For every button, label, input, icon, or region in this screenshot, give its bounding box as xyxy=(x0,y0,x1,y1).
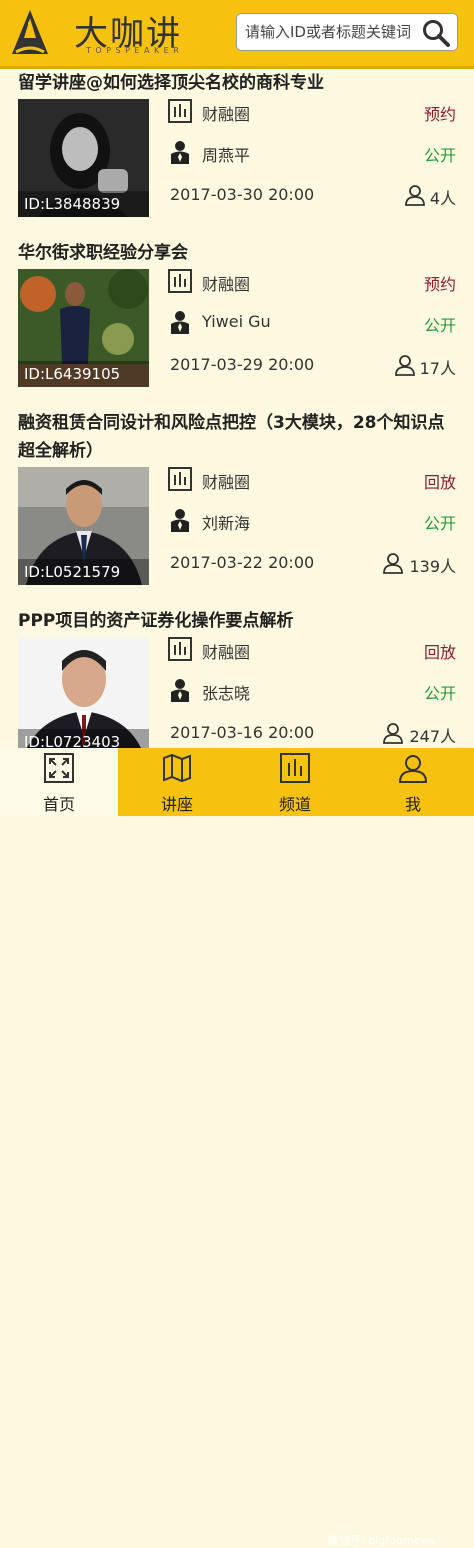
lecture-card[interactable]: 融资租赁合同设计和风险点把控（3大模块，28个知识点超全解析） ID:L0521… xyxy=(0,406,474,604)
wechat-watermark: 微信号: bigfournews xyxy=(328,1534,436,1547)
lecture-row: ID:L3848839 财融圈 预约 周燕平 公开 2017-03-30 20:… xyxy=(0,97,474,217)
status-badge[interactable]: 预约 xyxy=(424,271,456,295)
speaker-photo[interactable]: ID:L3848839 xyxy=(18,99,149,217)
channel-icon xyxy=(168,637,192,661)
lecture-card[interactable]: 华尔街求职经验分享会 ID:L6439105 财融圈 预约 Yiwei Gu 公… xyxy=(0,236,474,406)
channel-name[interactable]: 财融圈 xyxy=(202,101,250,125)
access-badge: 公开 xyxy=(423,514,456,533)
channel-line: 财融圈 回放 xyxy=(168,635,456,665)
lecture-id: ID:L3848839 xyxy=(18,191,149,217)
tab-home-label: 首页 xyxy=(42,795,75,814)
speaker-line: 周燕平 公开 xyxy=(168,138,456,168)
lecture-title[interactable]: 留学讲座@如何选择顶尖名校的商科专业 xyxy=(0,66,474,97)
search-input[interactable] xyxy=(243,22,417,42)
lecture-list: 留学讲座@如何选择顶尖名校的商科专业 ID:L3848839 财融圈 预约 周燕… xyxy=(0,66,474,748)
access-badge: 公开 xyxy=(423,684,456,703)
lecture-time: 2017-03-29 20:00 xyxy=(170,355,315,374)
speaker-name: 周燕平 xyxy=(202,146,251,165)
channel-name[interactable]: 财融圈 xyxy=(202,639,250,663)
lecture-id: ID:L6439105 xyxy=(18,361,149,387)
channel-icon xyxy=(168,99,192,123)
lecture-time: 2017-03-30 20:00 xyxy=(170,185,315,204)
attendee-icon xyxy=(383,723,403,744)
expand-icon xyxy=(44,753,74,783)
speaker-icon xyxy=(171,679,189,702)
channel-line: 财融圈 预约 xyxy=(168,267,456,297)
lecture-time: 2017-03-16 20:00 xyxy=(170,723,315,742)
time-line: 2017-03-30 20:00 4人 xyxy=(168,181,456,211)
channel-line: 财融圈 预约 xyxy=(168,97,456,127)
channel-icon xyxy=(168,467,192,491)
logo-subtitle: TOPSPEAKER xyxy=(86,46,184,55)
speaker-icon xyxy=(171,141,189,164)
tab-channels-label: 频道 xyxy=(278,795,311,814)
lecture-row: ID:L0521579 财融圈 回放 刘新海 公开 2017-03-22 20:… xyxy=(0,465,474,585)
speaker-icon xyxy=(171,509,189,532)
time-line: 2017-03-16 20:00 247人 xyxy=(168,719,456,748)
channel-icon xyxy=(168,269,192,293)
chart-icon xyxy=(280,753,310,783)
access-badge: 公开 xyxy=(423,146,456,165)
channel-name[interactable]: 财融圈 xyxy=(202,469,250,493)
tab-me-label: 我 xyxy=(404,795,421,814)
lecture-time: 2017-03-22 20:00 xyxy=(170,553,315,572)
speaker-name: 张志晓 xyxy=(202,684,251,703)
lecture-id: ID:L0521579 xyxy=(18,559,149,585)
status-badge[interactable]: 回放 xyxy=(424,469,456,493)
logo-icon xyxy=(12,10,48,54)
attendee-count: 247人 xyxy=(409,727,456,746)
speaker-line: 刘新海 公开 xyxy=(168,506,456,536)
status-badge[interactable]: 回放 xyxy=(424,639,456,663)
bottom-tab-bar: 首页 讲座 频道 我 微信号: bigfournews xyxy=(0,748,474,1547)
lecture-title[interactable]: 华尔街求职经验分享会 xyxy=(0,236,474,267)
speaker-name: Yiwei Gu xyxy=(202,312,271,331)
lecture-row: ID:L6439105 财融圈 预约 Yiwei Gu 公开 2017-03-2… xyxy=(0,267,474,387)
status-badge[interactable]: 预约 xyxy=(424,101,456,125)
search-box xyxy=(236,13,458,51)
attendee-icon xyxy=(405,185,425,206)
channel-name[interactable]: 财融圈 xyxy=(202,271,250,295)
map-icon xyxy=(163,753,191,783)
tab-lectures[interactable]: 讲座 xyxy=(118,748,236,816)
lecture-id: ID:L0723403 xyxy=(18,729,149,748)
tab-channels[interactable]: 频道 xyxy=(236,748,354,816)
lecture-title[interactable]: PPP项目的资产证券化操作要点解析 xyxy=(0,604,474,635)
speaker-photo[interactable]: ID:L0521579 xyxy=(18,467,149,585)
lecture-title[interactable]: 融资租赁合同设计和风险点把控（3大模块，28个知识点超全解析） xyxy=(0,406,474,465)
user-icon xyxy=(398,755,428,783)
access-badge: 公开 xyxy=(423,316,456,335)
lecture-card[interactable]: 留学讲座@如何选择顶尖名校的商科专业 ID:L3848839 财融圈 预约 周燕… xyxy=(0,66,474,236)
time-line: 2017-03-22 20:00 139人 xyxy=(168,549,456,579)
speaker-icon xyxy=(171,311,189,334)
attendee-count: 4人 xyxy=(429,189,456,208)
speaker-line: 张志晓 公开 xyxy=(168,676,456,706)
attendee-count: 139人 xyxy=(409,557,456,576)
speaker-line: Yiwei Gu 公开 xyxy=(168,308,456,338)
tab-me[interactable]: 我 xyxy=(354,748,472,816)
lecture-card[interactable]: PPP项目的资产证券化操作要点解析 ID:L0723403 财融圈 回放 张志晓… xyxy=(0,604,474,748)
tab-lectures-label: 讲座 xyxy=(160,795,193,814)
search-icon[interactable] xyxy=(421,18,451,48)
attendee-icon xyxy=(395,355,415,376)
app-header: 大咖讲 TOPSPEAKER xyxy=(0,0,474,69)
lecture-row: ID:L0723403 财融圈 回放 张志晓 公开 2017-03-16 20:… xyxy=(0,635,474,748)
attendee-icon xyxy=(383,553,403,574)
tab-home[interactable]: 首页 xyxy=(0,748,118,816)
attendee-count: 17人 xyxy=(419,359,456,378)
time-line: 2017-03-29 20:00 17人 xyxy=(168,351,456,381)
speaker-photo[interactable]: ID:L6439105 xyxy=(18,269,149,387)
speaker-name: 刘新海 xyxy=(202,514,251,533)
speaker-photo[interactable]: ID:L0723403 xyxy=(18,637,149,748)
channel-line: 财融圈 回放 xyxy=(168,465,456,495)
